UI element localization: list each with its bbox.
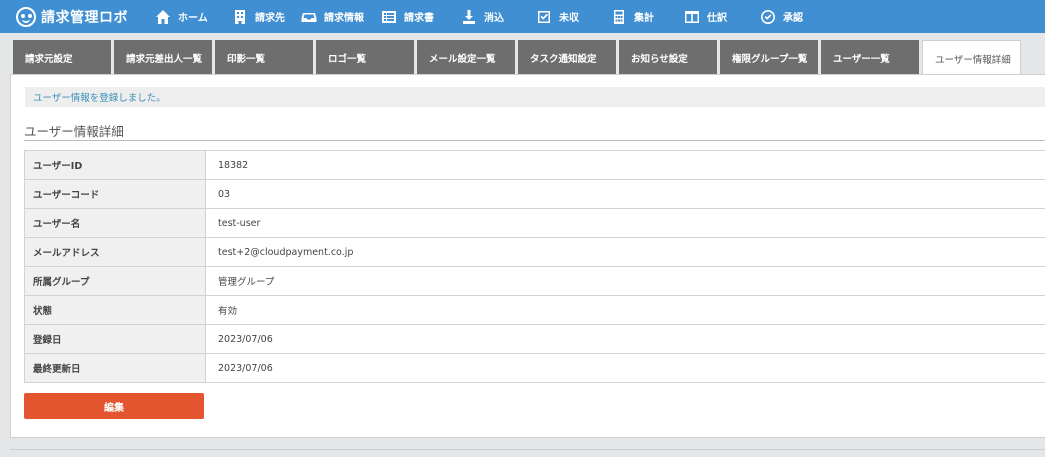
field-label: ユーザーコード xyxy=(24,179,206,209)
nav-label: 消込 xyxy=(484,13,504,24)
tab-user-detail[interactable]: ユーザー情報詳細 xyxy=(922,40,1021,76)
user-detail-table: ユーザーID 18382 ユーザーコード 03 ユーザー名 test-user … xyxy=(24,150,1045,383)
field-label: 最終更新日 xyxy=(24,353,206,383)
table-row: 登録日 2023/07/06 xyxy=(24,324,1045,354)
nav-label: 集計 xyxy=(634,13,654,24)
tab-user-list[interactable]: ユーザー一覧 xyxy=(821,40,919,75)
field-value: 有効 xyxy=(205,295,1045,325)
field-value: test-user xyxy=(205,208,1045,238)
content-panel: ユーザー情報を登録しました。 ユーザー情報詳細 ユーザーID 18382 ユーザ… xyxy=(10,74,1045,438)
field-label: ユーザーID xyxy=(24,150,206,180)
success-notice: ユーザー情報を登録しました。 xyxy=(25,87,1045,107)
calculator-icon xyxy=(610,8,628,26)
tab-logo-list[interactable]: ロゴ一覧 xyxy=(316,40,414,75)
nav-invoice[interactable]: 請求書 xyxy=(380,0,460,33)
section-divider xyxy=(24,140,1045,141)
edit-button[interactable]: 編集 xyxy=(24,393,204,419)
field-label: 状態 xyxy=(24,295,206,325)
section-title: ユーザー情報詳細 xyxy=(24,124,124,139)
nav-approval[interactable]: 承認 xyxy=(759,0,829,33)
checkbox-icon xyxy=(535,8,553,26)
home-icon xyxy=(154,8,172,26)
field-label: メールアドレス xyxy=(24,237,206,267)
invoice-icon xyxy=(380,8,398,26)
field-value: test+2@cloudpayment.co.jp xyxy=(205,237,1045,267)
robot-logo-icon xyxy=(16,6,36,27)
nav-label: 仕訳 xyxy=(707,13,727,24)
field-value: 管理グループ xyxy=(205,266,1045,296)
tab-mail-settings[interactable]: メール設定一覧 xyxy=(417,40,515,75)
tab-announcement-settings[interactable]: お知らせ設定 xyxy=(619,40,717,75)
nav-label: 請求先 xyxy=(255,13,285,24)
field-label: 登録日 xyxy=(24,324,206,354)
table-row: ユーザー名 test-user xyxy=(24,208,1045,238)
settings-tabs: 請求元設定 請求元差出人一覧 印影一覧 ロゴ一覧 メール設定一覧 タスク通知設定… xyxy=(13,40,1024,76)
nav-label: 請求情報 xyxy=(324,13,364,24)
nav-aggregate[interactable]: 集計 xyxy=(610,0,683,33)
field-label: ユーザー名 xyxy=(24,208,206,238)
field-value: 2023/07/06 xyxy=(205,353,1045,383)
nav-billing-destination[interactable]: 請求先 xyxy=(231,0,300,33)
tab-seal-list[interactable]: 印影一覧 xyxy=(215,40,313,75)
nav-label: 請求書 xyxy=(404,13,434,24)
table-row: 最終更新日 2023/07/06 xyxy=(24,353,1045,383)
top-navbar: 請求管理ロボ ホーム 請求先 請求情報 請求書 消込 未収 集計 仕訳 承認 xyxy=(0,0,1045,33)
table-row: ユーザーコード 03 xyxy=(24,179,1045,209)
tab-sender-list[interactable]: 請求元差出人一覧 xyxy=(114,40,212,75)
nav-label: 未収 xyxy=(559,13,579,24)
table-row: 状態 有効 xyxy=(24,295,1045,325)
nav-receivable[interactable]: 未収 xyxy=(535,0,610,33)
table-row: メールアドレス test+2@cloudpayment.co.jp xyxy=(24,237,1045,267)
field-value: 18382 xyxy=(205,150,1045,180)
footer-divider xyxy=(10,449,1045,450)
building-icon xyxy=(231,8,249,26)
nav-billing-info[interactable]: 請求情報 xyxy=(300,0,380,33)
logo-text: 請求管理ロボ xyxy=(41,9,128,26)
field-label: 所属グループ xyxy=(24,266,206,296)
nav-label: 承認 xyxy=(783,13,803,24)
tab-task-notification[interactable]: タスク通知設定 xyxy=(518,40,616,75)
inbox-icon xyxy=(300,8,318,26)
field-value: 2023/07/06 xyxy=(205,324,1045,354)
nav-label: ホーム xyxy=(178,13,208,24)
check-circle-icon xyxy=(759,8,777,26)
tab-billing-source-settings[interactable]: 請求元設定 xyxy=(13,40,111,75)
table-row: ユーザーID 18382 xyxy=(24,150,1045,180)
table-row: 所属グループ 管理グループ xyxy=(24,266,1045,296)
app-logo[interactable]: 請求管理ロボ xyxy=(0,6,152,27)
tab-permission-groups[interactable]: 権限グループ一覧 xyxy=(720,40,818,75)
nav-journal[interactable]: 仕訳 xyxy=(683,0,759,33)
nav-reconciliation[interactable]: 消込 xyxy=(460,0,535,33)
nav-home[interactable]: ホーム xyxy=(154,0,231,33)
field-value: 03 xyxy=(205,179,1045,209)
journal-icon xyxy=(683,8,701,26)
download-icon xyxy=(460,8,478,26)
